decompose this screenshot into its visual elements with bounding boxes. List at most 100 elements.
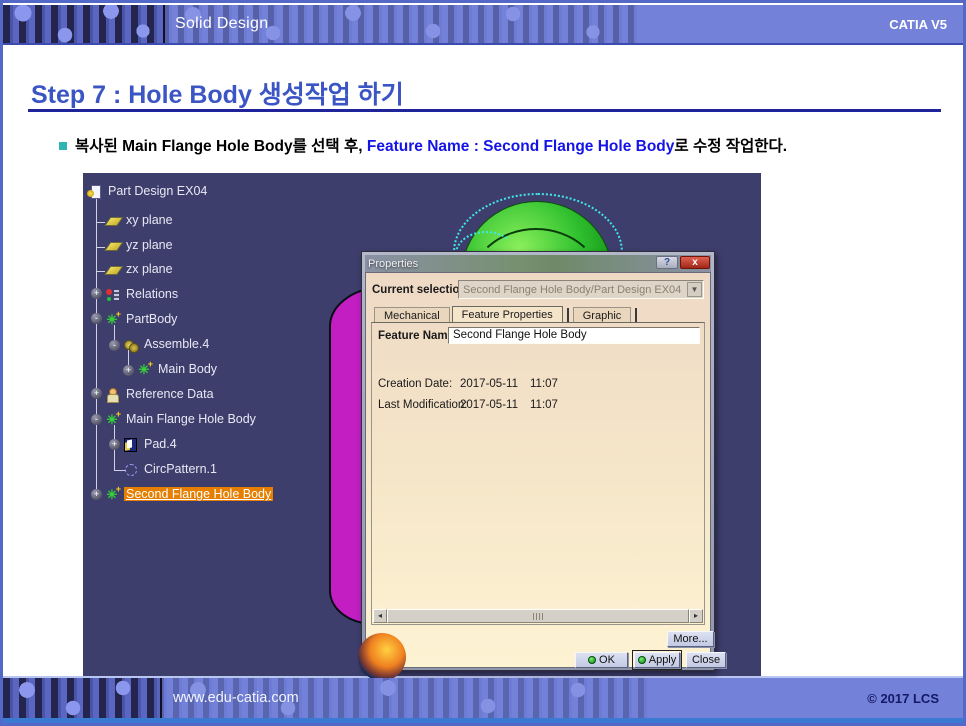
plane-icon bbox=[100, 263, 123, 276]
page-title: Step 7 : Hole Body 생성작업 하기 bbox=[31, 75, 404, 111]
tree-item-secondflange-selected[interactable]: ✳ Second Flange Hole Body bbox=[105, 485, 273, 503]
catia-viewport[interactable]: + - - + + - + + Part Design EX04 xy plan… bbox=[83, 173, 761, 678]
ok-led-icon bbox=[588, 656, 596, 664]
tree-item-circpattern[interactable]: CircPattern.1 bbox=[123, 460, 219, 478]
help-button[interactable]: ? bbox=[656, 256, 678, 269]
tree-item-label: Second Flange Hole Body bbox=[124, 487, 273, 501]
creation-date-value: 2017-05-11 bbox=[460, 378, 518, 390]
more-button[interactable]: More... bbox=[667, 631, 714, 647]
ok-button[interactable]: OK bbox=[575, 652, 628, 668]
tree-item-xy-plane[interactable]: xy plane bbox=[105, 211, 175, 229]
instruction-text: 복사된 Main Flange Hole Body를 선택 후, Feature… bbox=[75, 134, 935, 156]
last-modification-label: Last Modification: bbox=[378, 399, 468, 411]
header-pattern-left bbox=[3, 5, 163, 43]
header-band: Solid Design CATIA V5 bbox=[3, 5, 963, 45]
tree-item-label: Assemble.4 bbox=[142, 337, 211, 351]
tab-divider bbox=[567, 308, 569, 322]
tree-item-assemble4[interactable]: Assemble.4 bbox=[123, 335, 211, 353]
expander-partbody[interactable]: - bbox=[91, 313, 102, 324]
tree-item-label: yz plane bbox=[124, 238, 175, 252]
expander-mainflange[interactable]: - bbox=[91, 414, 102, 425]
header-separator bbox=[163, 5, 165, 43]
tab-feature-properties[interactable]: Feature Properties bbox=[452, 306, 563, 323]
tree-item-label: Main Flange Hole Body bbox=[124, 412, 258, 426]
apply-button[interactable]: Apply bbox=[634, 652, 680, 668]
circpattern-icon bbox=[123, 463, 137, 476]
tree-item-relations[interactable]: Relations bbox=[105, 285, 180, 303]
tree-line-main bbox=[96, 195, 97, 495]
bottom-edge-strip bbox=[3, 718, 963, 723]
tab-mechanical[interactable]: Mechanical bbox=[374, 307, 450, 323]
catia-sphere-logo bbox=[358, 633, 406, 678]
expander-relations[interactable]: + bbox=[91, 288, 102, 299]
tree-item-mainflange[interactable]: ✳ Main Flange Hole Body bbox=[105, 410, 258, 428]
combo-dropdown-arrow[interactable]: ▼ bbox=[687, 282, 702, 297]
scrollbar-thumb[interactable] bbox=[387, 609, 689, 623]
tab-graphic[interactable]: Graphic bbox=[573, 307, 632, 323]
dialog-tabs: Mechanical Feature Properties Graphic bbox=[374, 306, 641, 323]
tree-item-label: Pad.4 bbox=[142, 437, 179, 451]
tab-content-panel: Feature Name : Second Flange Hole Body C… bbox=[371, 322, 705, 625]
tree-item-label: PartBody bbox=[124, 312, 179, 326]
current-selection-value: Second Flange Hole Body/Part Design EX04 bbox=[459, 284, 687, 296]
tree-item-label: Reference Data bbox=[124, 387, 216, 401]
brand-label: CATIA V5 bbox=[889, 17, 947, 32]
feature-name-input[interactable]: Second Flange Hole Body bbox=[448, 327, 700, 344]
instr-pre: 복사된 bbox=[75, 138, 122, 155]
close-button[interactable]: Close bbox=[686, 652, 726, 668]
scroll-right-arrow[interactable]: ▸ bbox=[689, 609, 703, 623]
course-title: Solid Design bbox=[175, 15, 268, 33]
relations-icon bbox=[105, 288, 119, 301]
footer-pattern-left bbox=[3, 678, 158, 718]
close-window-button[interactable]: x bbox=[680, 256, 710, 269]
instr-post: 로 수정 작업한다. bbox=[674, 138, 787, 155]
pad-icon bbox=[123, 438, 137, 451]
tree-item-pad4[interactable]: Pad.4 bbox=[123, 435, 179, 453]
tree-item-label: CircPattern.1 bbox=[142, 462, 219, 476]
footer-website: www.edu-catia.com bbox=[173, 690, 299, 706]
creation-date-label: Creation Date: bbox=[378, 378, 452, 390]
ok-label: OK bbox=[599, 654, 615, 666]
instr-highlight: Feature Name : Second Flange Hole Body bbox=[367, 138, 674, 155]
horizontal-scrollbar[interactable]: ◂ ▸ bbox=[373, 609, 703, 623]
tree-item-label: Relations bbox=[124, 287, 180, 301]
expander-assemble[interactable]: - bbox=[109, 340, 120, 351]
dialog-client-area: Current selection : Second Flange Hole B… bbox=[365, 272, 711, 668]
current-selection-combo[interactable]: Second Flange Hole Body/Part Design EX04… bbox=[458, 280, 704, 299]
part-icon bbox=[87, 185, 101, 198]
scroll-left-arrow[interactable]: ◂ bbox=[373, 609, 387, 623]
footer-copyright: © 2017 LCS bbox=[867, 691, 939, 706]
plane-icon bbox=[100, 239, 123, 252]
slide: Solid Design CATIA V5 Step 7 : Hole Body… bbox=[0, 0, 966, 726]
plane-icon bbox=[100, 214, 123, 227]
last-modification-time: 11:07 bbox=[530, 399, 558, 411]
title-underline bbox=[28, 109, 941, 112]
body-icon: ✳ bbox=[105, 413, 119, 426]
footer-separator bbox=[160, 678, 162, 718]
body-icon: ✳ bbox=[105, 313, 119, 326]
creation-time-value: 11:07 bbox=[530, 378, 558, 390]
apply-label: Apply bbox=[649, 654, 677, 666]
expander-pad4[interactable]: + bbox=[109, 439, 120, 450]
instr-bold: Main Flange Hole Body bbox=[122, 138, 293, 155]
last-modification-row: Last Modification: 2017-05-11 11:07 bbox=[378, 399, 700, 411]
body-icon: ✳ bbox=[137, 363, 151, 376]
properties-dialog: Properties ? x Current selection : Secon… bbox=[361, 251, 715, 671]
tree-item-refdata[interactable]: Reference Data bbox=[105, 385, 216, 403]
dialog-titlebar[interactable]: Properties ? x bbox=[365, 255, 711, 272]
expander-refdata[interactable]: + bbox=[91, 388, 102, 399]
expander-secondflange[interactable]: + bbox=[91, 489, 102, 500]
tree-item-mainbody[interactable]: ✳ Main Body bbox=[137, 360, 219, 378]
reference-data-icon bbox=[105, 388, 119, 401]
tab-divider bbox=[635, 308, 637, 322]
creation-date-row: Creation Date: 2017-05-11 11:07 bbox=[378, 378, 700, 390]
tree-item-label: xy plane bbox=[124, 213, 175, 227]
tree-item-yz-plane[interactable]: yz plane bbox=[105, 236, 175, 254]
dialog-title: Properties bbox=[365, 258, 418, 270]
footer-band: www.edu-catia.com © 2017 LCS bbox=[3, 676, 963, 718]
apply-led-icon bbox=[638, 656, 646, 664]
tree-item-root[interactable]: Part Design EX04 bbox=[87, 182, 209, 200]
expander-mainbody[interactable]: + bbox=[123, 365, 134, 376]
tree-item-partbody[interactable]: ✳ PartBody bbox=[105, 310, 179, 328]
tree-item-zx-plane[interactable]: zx plane bbox=[105, 260, 175, 278]
